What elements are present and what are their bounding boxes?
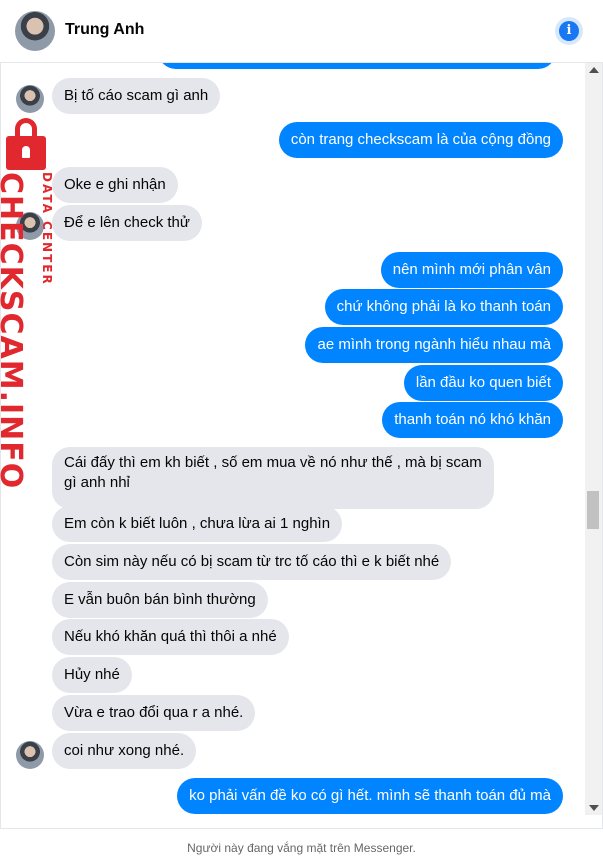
sender-avatar bbox=[16, 85, 44, 113]
message-bubble[interactable]: ae mình trong ngành hiểu nhau mà bbox=[305, 327, 563, 363]
message-bubble[interactable]: coi như xong nhé. bbox=[52, 733, 197, 769]
info-button[interactable]: i bbox=[555, 17, 583, 45]
contact-name[interactable]: Trung Anh bbox=[65, 21, 144, 39]
message-bubble[interactable]: Vừa e trao đổi qua r a nhé. bbox=[52, 695, 256, 731]
message-bubble[interactable]: còn trang checkscam là của cộng đồng bbox=[278, 122, 563, 158]
scrollbar-thumb[interactable] bbox=[587, 491, 599, 529]
contact-avatar[interactable] bbox=[15, 11, 55, 51]
message-bubble[interactable]: Hủy nhé bbox=[52, 657, 132, 693]
message-bubble[interactable]: Oke e ghi nhận bbox=[52, 167, 178, 203]
message-bubble[interactable]: Còn sim này nếu có bị scam từ trc tố cáo… bbox=[52, 544, 452, 580]
scrollbar[interactable] bbox=[585, 63, 602, 815]
chat-header: Trung Anh i bbox=[0, 0, 603, 63]
status-footer: Người này đang vắng mặt trên Messenger. bbox=[0, 828, 603, 862]
message-bubble[interactable]: chứ không phải là ko thanh toán bbox=[324, 289, 563, 325]
scroll-up-arrow-icon[interactable] bbox=[589, 67, 599, 73]
message-bubble[interactable]: Cái đấy thì em kh biết , số em mua về nó… bbox=[52, 447, 494, 509]
message-bubble[interactable]: Để e lên check thử bbox=[52, 205, 202, 241]
watermark-subtext: DATA CENTER bbox=[40, 172, 54, 286]
message-bubble[interactable]: E vẫn buôn bán bình thường bbox=[52, 582, 268, 618]
message-bubble[interactable]: thanh toán nó khó khăn bbox=[382, 402, 563, 438]
watermark-text: CHECKSCAM.INFO bbox=[0, 172, 28, 490]
presence-status-text: Người này đang vắng mặt trên Messenger. bbox=[187, 841, 416, 855]
message-bubble[interactable]: ko phải vấn đề ko có gì hết. mình sẽ tha… bbox=[177, 778, 563, 814]
message-bubble-partial bbox=[158, 63, 556, 69]
message-bubble[interactable]: Nếu khó khăn quá thì thôi a nhé bbox=[52, 619, 289, 655]
info-icon: i bbox=[559, 21, 579, 41]
keyhole bbox=[22, 146, 30, 158]
message-bubble[interactable]: lần đầu ko quen biết bbox=[403, 365, 563, 401]
message-bubble[interactable]: Em còn k biết luôn , chưa lừa ai 1 nghìn bbox=[52, 506, 343, 542]
scroll-down-arrow-icon[interactable] bbox=[589, 805, 599, 811]
watermark: CHECKSCAM.INFO DATA CENTER bbox=[0, 112, 62, 489]
sender-avatar bbox=[16, 741, 44, 769]
message-list[interactable]: Bị tố cáo scam gì anh còn trang checksca… bbox=[0, 63, 585, 815]
message-bubble[interactable]: Bị tố cáo scam gì anh bbox=[52, 78, 221, 114]
message-bubble[interactable]: nên mình mới phân vân bbox=[380, 252, 563, 288]
